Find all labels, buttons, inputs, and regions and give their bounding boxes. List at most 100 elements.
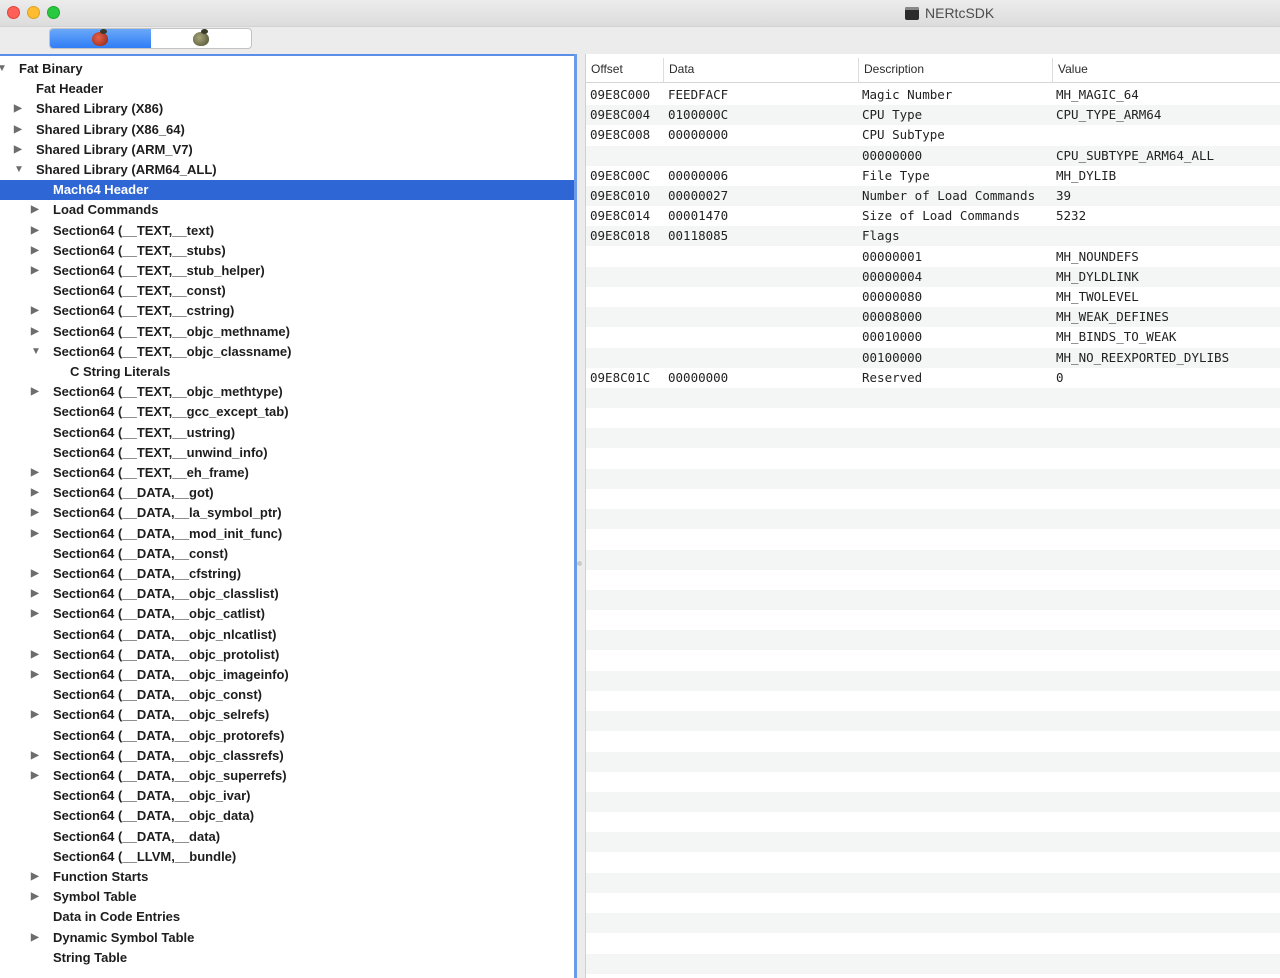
tree-item[interactable]: Section64 (__TEXT,__const) bbox=[0, 281, 574, 301]
tree-item[interactable]: Section64 (__DATA,__data) bbox=[0, 827, 574, 847]
disclosure-closed-icon[interactable]: ▶ bbox=[31, 645, 41, 665]
tree-item[interactable]: ▶ Section64 (__TEXT,__stubs) bbox=[0, 241, 574, 261]
column-header-description[interactable]: Description bbox=[859, 58, 1053, 82]
tree-item[interactable]: ▶ Shared Library (ARM_V7) bbox=[0, 140, 574, 160]
tree-item[interactable]: ▶ Function Starts bbox=[0, 867, 574, 887]
tree-item[interactable]: ▶ Section64 (__DATA,__la_symbol_ptr) bbox=[0, 503, 574, 523]
tree-item[interactable]: Section64 (__DATA,__objc_const) bbox=[0, 685, 574, 705]
disclosure-closed-icon[interactable]: ▶ bbox=[31, 604, 41, 624]
tree-item[interactable]: ▼ Fat Binary bbox=[0, 59, 574, 79]
table-row[interactable]: 00000080 MH_TWOLEVEL bbox=[586, 287, 1280, 307]
tree-item[interactable]: ▼ Section64 (__TEXT,__objc_classname) bbox=[0, 342, 574, 362]
minimize-window-button[interactable] bbox=[27, 6, 40, 19]
table-row[interactable]: 09E8C008 00000000 CPU SubType bbox=[586, 125, 1280, 145]
disclosure-closed-icon[interactable]: ▶ bbox=[31, 261, 41, 281]
tree-item[interactable]: Section64 (__LLVM,__bundle) bbox=[0, 847, 574, 867]
disclosure-closed-icon[interactable]: ▶ bbox=[31, 766, 41, 786]
disclosure-closed-icon[interactable]: ▶ bbox=[31, 503, 41, 523]
disclosure-closed-icon[interactable]: ▶ bbox=[31, 524, 41, 544]
column-header-offset[interactable]: Offset bbox=[586, 58, 664, 82]
raw-view-segment[interactable] bbox=[50, 29, 151, 48]
table-row[interactable]: 09E8C01C 00000000 Reserved 0 bbox=[586, 368, 1280, 388]
tree-item[interactable]: ▶ Section64 (__TEXT,__cstring) bbox=[0, 301, 574, 321]
table-row[interactable]: 09E8C014 00001470 Size of Load Commands 523… bbox=[586, 206, 1280, 226]
table-row[interactable]: 00100000 MH_NO_REEXPORTED_DYLIBS bbox=[586, 347, 1280, 368]
table-row[interactable]: 00008000 MH_WEAK_DEFINES bbox=[586, 307, 1280, 328]
disclosure-closed-icon[interactable]: ▶ bbox=[14, 99, 24, 119]
tree-item[interactable]: ▶ Section64 (__TEXT,__stub_helper) bbox=[0, 261, 574, 281]
tree-item[interactable]: ▶ Section64 (__TEXT,__objc_methname) bbox=[0, 322, 574, 342]
close-window-button[interactable] bbox=[7, 6, 20, 19]
table-row[interactable]: 09E8C004 0100000C CPU Type CPU_TYPE_ARM64 bbox=[586, 105, 1280, 126]
disclosure-closed-icon[interactable]: ▶ bbox=[31, 322, 41, 342]
tree-item[interactable]: ▶ Shared Library (X86) bbox=[0, 99, 574, 119]
tree-item[interactable]: Section64 (__TEXT,__unwind_info) bbox=[0, 443, 574, 463]
column-header-data[interactable]: Data bbox=[664, 58, 859, 82]
table-row[interactable]: 00000004 MH_DYLDLINK bbox=[586, 266, 1280, 287]
disclosure-closed-icon[interactable]: ▶ bbox=[31, 584, 41, 604]
table-row[interactable]: 09E8C018 00118085 Flags bbox=[586, 226, 1280, 247]
table-row[interactable]: 00010000 MH_BINDS_TO_WEAK bbox=[586, 327, 1280, 347]
tree-item[interactable]: C String Literals bbox=[0, 362, 574, 382]
table-row[interactable]: 00000001 MH_NOUNDEFS bbox=[586, 247, 1280, 267]
zoom-window-button[interactable] bbox=[47, 6, 60, 19]
tree-item[interactable]: ▶ Symbol Table bbox=[0, 887, 574, 907]
tree-item[interactable]: Data in Code Entries bbox=[0, 907, 574, 927]
disclosure-closed-icon[interactable]: ▶ bbox=[31, 382, 41, 402]
rva-view-segment[interactable] bbox=[151, 29, 252, 48]
tree-item[interactable]: ▶ Section64 (__DATA,__objc_classrefs) bbox=[0, 746, 574, 766]
disclosure-closed-icon[interactable]: ▶ bbox=[31, 665, 41, 685]
tree-item[interactable]: ▶ Section64 (__DATA,__objc_classlist) bbox=[0, 584, 574, 604]
table-row[interactable]: 09E8C00C 00000006 File Type MH_DYLIB bbox=[586, 166, 1280, 186]
tree-item[interactable]: ▶ Section64 (__TEXT,__text) bbox=[0, 221, 574, 241]
disclosure-open-icon[interactable]: ▼ bbox=[31, 342, 41, 362]
disclosure-open-icon[interactable]: ▼ bbox=[14, 160, 24, 180]
tree-item[interactable]: ▼ Shared Library (ARM64_ALL) bbox=[0, 160, 574, 180]
structure-tree[interactable]: ▼ Fat Binary Fat Header ▶ Shared Library (X8… bbox=[0, 54, 574, 978]
disclosure-open-icon[interactable]: ▼ bbox=[0, 59, 7, 79]
disclosure-closed-icon[interactable]: ▶ bbox=[31, 887, 41, 907]
tree-item[interactable]: ▶ Section64 (__DATA,__cfstring) bbox=[0, 564, 574, 584]
disclosure-closed-icon[interactable]: ▶ bbox=[31, 564, 41, 584]
disclosure-closed-icon[interactable]: ▶ bbox=[31, 867, 41, 887]
tree-item[interactable]: ▶ Dynamic Symbol Table bbox=[0, 928, 574, 948]
disclosure-closed-icon[interactable]: ▶ bbox=[31, 301, 41, 321]
tree-item[interactable]: ▶ Section64 (__DATA,__objc_catlist) bbox=[0, 604, 574, 624]
tree-item[interactable]: ▶ Section64 (__DATA,__objc_selrefs) bbox=[0, 705, 574, 725]
disclosure-closed-icon[interactable]: ▶ bbox=[31, 200, 41, 220]
disclosure-closed-icon[interactable]: ▶ bbox=[31, 463, 41, 483]
tree-item[interactable]: ▶ Section64 (__DATA,__mod_init_func) bbox=[0, 524, 574, 544]
tree-item[interactable]: String Table bbox=[0, 948, 574, 968]
disclosure-closed-icon[interactable]: ▶ bbox=[31, 705, 41, 725]
tree-item[interactable]: ▶ Shared Library (X86_64) bbox=[0, 120, 574, 140]
tree-item[interactable]: Section64 (__DATA,__objc_nlcatlist) bbox=[0, 625, 574, 645]
disclosure-closed-icon[interactable]: ▶ bbox=[31, 221, 41, 241]
tree-item[interactable]: Section64 (__DATA,__objc_ivar) bbox=[0, 786, 574, 806]
table-row[interactable]: 00000000 CPU_SUBTYPE_ARM64_ALL bbox=[586, 145, 1280, 166]
tree-item[interactable]: ▶ Section64 (__DATA,__objc_superrefs) bbox=[0, 766, 574, 786]
disclosure-closed-icon[interactable]: ▶ bbox=[31, 241, 41, 261]
table-row[interactable]: 09E8C000 FEEDFACF Magic Number MH_MAGIC_64 bbox=[586, 85, 1280, 105]
tree-item[interactable]: Section64 (__DATA,__objc_data) bbox=[0, 806, 574, 826]
tree-item[interactable]: Fat Header bbox=[0, 79, 574, 99]
disclosure-closed-icon[interactable]: ▶ bbox=[31, 746, 41, 766]
tree-item[interactable]: ▶ Load Commands bbox=[0, 200, 574, 220]
disclosure-closed-icon[interactable]: ▶ bbox=[14, 120, 24, 140]
disclosure-closed-icon[interactable]: ▶ bbox=[14, 140, 24, 160]
tree-item[interactable]: Section64 (__DATA,__const) bbox=[0, 544, 574, 564]
split-handle[interactable] bbox=[577, 561, 582, 566]
tree-item[interactable]: Section64 (__DATA,__objc_protorefs) bbox=[0, 726, 574, 746]
tree-item[interactable]: ▶ Section64 (__DATA,__objc_protolist) bbox=[0, 645, 574, 665]
tree-item[interactable]: Mach64 Header bbox=[0, 180, 574, 201]
tree-item[interactable]: ▶ Section64 (__DATA,__objc_imageinfo) bbox=[0, 665, 574, 685]
disclosure-closed-icon[interactable]: ▶ bbox=[31, 928, 41, 948]
tree-item[interactable]: Section64 (__TEXT,__ustring) bbox=[0, 423, 574, 443]
table-row[interactable]: 09E8C010 00000027 Number of Load Commands 3… bbox=[586, 186, 1280, 206]
tree-item[interactable]: ▶ Section64 (__TEXT,__objc_methtype) bbox=[0, 382, 574, 402]
column-header-value[interactable]: Value bbox=[1053, 58, 1280, 82]
tree-item-label: Shared Library (X86) bbox=[36, 101, 164, 117]
disclosure-closed-icon[interactable]: ▶ bbox=[31, 483, 41, 503]
tree-item[interactable]: Section64 (__TEXT,__gcc_except_tab) bbox=[0, 402, 574, 422]
tree-item[interactable]: ▶ Section64 (__TEXT,__eh_frame) bbox=[0, 463, 574, 483]
tree-item[interactable]: ▶ Section64 (__DATA,__got) bbox=[0, 483, 574, 503]
